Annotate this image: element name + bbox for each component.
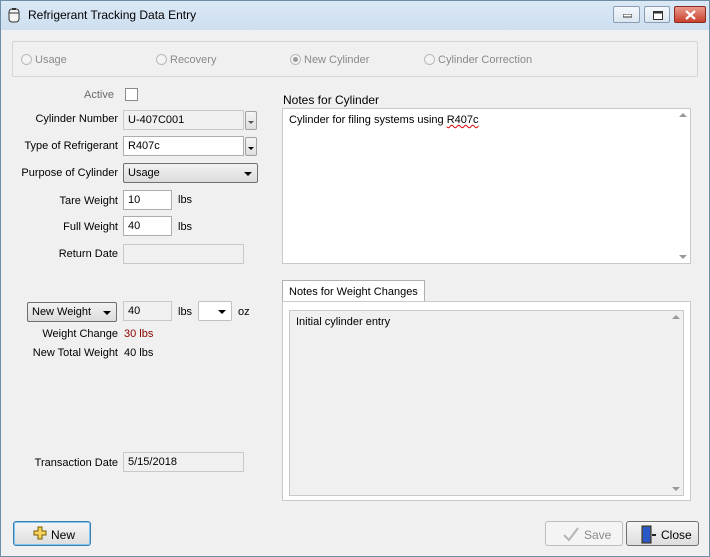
- close-icon: [685, 10, 696, 20]
- checkmark-icon: [563, 527, 579, 542]
- mode-radio-group: Usage Recovery New Cylinder Cylinder Cor…: [12, 41, 698, 77]
- radio-cylinder-correction[interactable]: Cylinder Correction: [424, 54, 532, 66]
- radio-recovery-label: Recovery: [170, 54, 217, 66]
- return-date-label: Return Date: [58, 248, 118, 260]
- tare-weight-field[interactable]: 10: [123, 190, 172, 210]
- chevron-down-icon: [218, 310, 226, 314]
- weight-change-label: Weight Change: [42, 328, 118, 340]
- close-button[interactable]: Close: [626, 521, 699, 546]
- new-weight-unit-oz: oz: [238, 306, 250, 318]
- minimize-icon: [623, 14, 632, 18]
- radio-recovery[interactable]: Recovery: [156, 54, 216, 66]
- close-button-label: Close: [661, 528, 692, 542]
- close-window-button[interactable]: [674, 6, 706, 23]
- radio-indicator: [424, 54, 435, 65]
- scroll-down-icon: [679, 255, 687, 259]
- radio-new-cylinder[interactable]: New Cylinder: [290, 54, 369, 66]
- weight-notes-scrollbar[interactable]: [669, 311, 683, 495]
- active-label: Active: [84, 89, 114, 101]
- new-button-label: New: [51, 528, 76, 542]
- maximize-icon: [653, 11, 663, 20]
- chevron-down-icon: [103, 311, 111, 315]
- new-button[interactable]: New: [13, 521, 91, 546]
- full-weight-unit: lbs: [178, 221, 193, 233]
- refrigerant-type-label: Type of Refrigerant: [24, 140, 118, 152]
- tare-weight-label: Tare Weight: [59, 195, 119, 207]
- transaction-date-field[interactable]: 5/15/2018: [123, 452, 244, 472]
- radio-cylinder-correction-label: Cylinder Correction: [438, 54, 533, 66]
- notes-cylinder-textarea[interactable]: Cylinder for filing systems using R407c: [282, 108, 691, 264]
- door-exit-icon: [641, 525, 656, 544]
- scroll-down-icon: [672, 487, 680, 491]
- new-total-weight-label: New Total Weight: [32, 347, 118, 359]
- maximize-button[interactable]: [644, 6, 670, 23]
- refrigerant-type-field[interactable]: R407c: [123, 136, 244, 156]
- cylinder-app-icon: [8, 8, 20, 23]
- new-total-weight-value: 40 lbs: [124, 347, 154, 359]
- active-checkbox[interactable]: [125, 88, 138, 101]
- radio-indicator: [156, 54, 167, 65]
- weight-mode-select[interactable]: New Weight: [27, 302, 117, 322]
- window-title: Refrigerant Tracking Data Entry: [28, 8, 197, 22]
- return-date-field[interactable]: [123, 244, 244, 264]
- notes-cylinder-label: Notes for Cylinder: [283, 93, 380, 107]
- weight-notes-textarea[interactable]: Initial cylinder entry: [289, 310, 684, 496]
- scroll-up-icon: [672, 315, 680, 319]
- plus-icon: [33, 526, 47, 540]
- chevron-down-icon: [244, 172, 252, 176]
- notes-cylinder-scrollbar[interactable]: [676, 109, 690, 263]
- scroll-up-icon: [679, 113, 687, 117]
- notes-cylinder-flagged-word: R407c: [446, 114, 479, 126]
- tab-weight-notes[interactable]: Notes for Weight Changes: [282, 280, 425, 302]
- new-weight-field[interactable]: 40: [123, 301, 172, 321]
- full-weight-label: Full Weight: [63, 221, 118, 233]
- oz-select[interactable]: [198, 301, 232, 321]
- weight-mode-value: New Weight: [32, 306, 92, 318]
- purpose-label: Purpose of Cylinder: [21, 167, 118, 179]
- radio-indicator: [21, 54, 32, 65]
- radio-usage[interactable]: Usage: [21, 54, 67, 66]
- title-bar: Refrigerant Tracking Data Entry: [1, 1, 709, 30]
- cylinder-number-dropdown-button[interactable]: [245, 111, 257, 130]
- app-window: Refrigerant Tracking Data Entry Usage Re…: [0, 0, 710, 557]
- cylinder-number-field[interactable]: U-407C001: [123, 110, 244, 130]
- weight-change-value: 30 lbs: [124, 328, 154, 340]
- save-button[interactable]: Save: [545, 521, 623, 546]
- weight-notes-text: Initial cylinder entry: [296, 316, 391, 328]
- weight-notes-panel: Initial cylinder entry: [282, 301, 691, 501]
- save-button-label: Save: [584, 528, 612, 542]
- refrigerant-type-dropdown-button[interactable]: [245, 137, 257, 156]
- purpose-select-value: Usage: [128, 167, 160, 179]
- radio-indicator-selected: [290, 54, 301, 65]
- minimize-button[interactable]: [613, 6, 640, 23]
- new-weight-unit-lbs: lbs: [178, 306, 193, 318]
- purpose-select[interactable]: Usage: [123, 163, 258, 183]
- transaction-date-label: Transaction Date: [34, 457, 118, 469]
- radio-new-cylinder-label: New Cylinder: [304, 54, 370, 66]
- full-weight-field[interactable]: 40: [123, 216, 172, 236]
- tare-weight-unit: lbs: [178, 194, 193, 206]
- notes-cylinder-text: Cylinder for filing systems using: [289, 114, 447, 126]
- cylinder-number-label: Cylinder Number: [35, 113, 118, 125]
- radio-usage-label: Usage: [35, 54, 67, 66]
